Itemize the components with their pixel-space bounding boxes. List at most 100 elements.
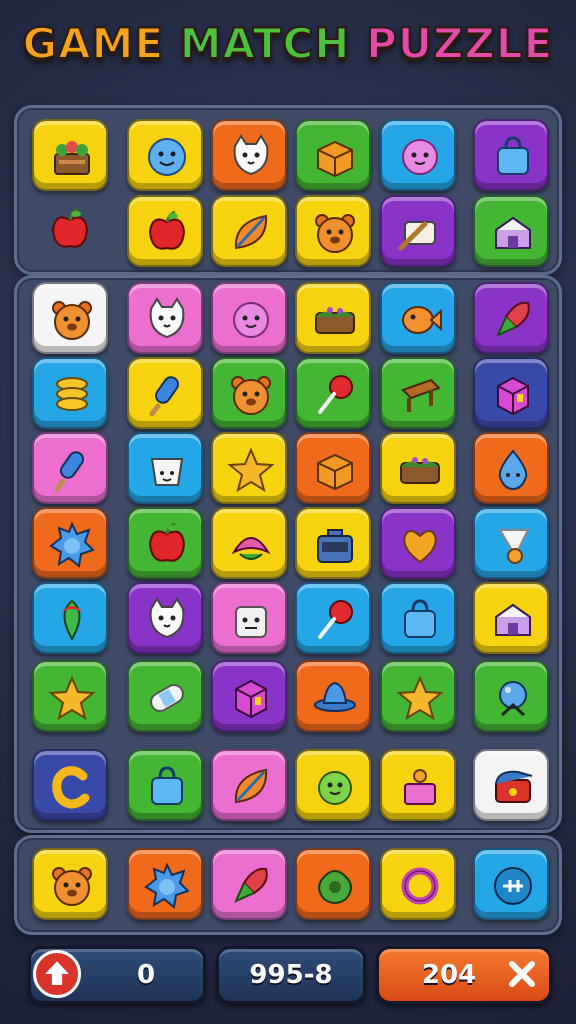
board-tile[interactable] xyxy=(127,432,203,504)
rocket-icon xyxy=(234,867,268,903)
board-tile[interactable] xyxy=(295,507,371,579)
scroll-icon xyxy=(398,221,436,251)
top-tile[interactable] xyxy=(32,195,108,267)
shuttlecock-icon xyxy=(498,529,530,564)
letter-c-icon xyxy=(52,766,90,809)
top-tile[interactable] xyxy=(380,119,456,191)
top-tile[interactable] xyxy=(380,195,456,267)
top-tile[interactable] xyxy=(473,195,549,267)
bag-icon xyxy=(497,136,529,175)
board-tile[interactable] xyxy=(380,432,456,504)
top-tile[interactable] xyxy=(295,119,371,191)
restart-button-bar[interactable]: 0 xyxy=(28,946,206,1004)
cup-icon xyxy=(150,458,184,486)
board-tile[interactable] xyxy=(295,357,371,429)
board-tile[interactable] xyxy=(295,282,371,354)
top-tile[interactable] xyxy=(473,119,549,191)
game-title: GAME MATCH PUZZLE xyxy=(0,14,576,74)
cube-icon xyxy=(235,679,267,719)
cake-icon xyxy=(400,457,440,484)
cat-face-icon xyxy=(149,297,185,339)
board-tile[interactable] xyxy=(295,660,371,732)
tray-tile[interactable] xyxy=(127,848,203,920)
top-tile[interactable] xyxy=(127,195,203,267)
spiky-icon xyxy=(49,521,95,568)
board-tile[interactable] xyxy=(473,432,549,504)
top-tile[interactable] xyxy=(32,119,108,191)
top-tile[interactable] xyxy=(211,119,287,191)
bear-face-icon xyxy=(231,376,271,415)
board-tile[interactable] xyxy=(32,432,108,504)
chest-icon xyxy=(317,529,353,563)
board-tile[interactable] xyxy=(380,582,456,654)
board-tile[interactable] xyxy=(211,582,287,654)
tray-tile[interactable] xyxy=(32,848,108,920)
top-tile[interactable] xyxy=(211,195,287,267)
board-tile[interactable] xyxy=(473,507,549,579)
popsicle-icon xyxy=(54,451,85,492)
green-face-icon xyxy=(318,771,352,805)
board-tile[interactable] xyxy=(32,582,108,654)
board-tile[interactable] xyxy=(211,282,287,354)
board-tile[interactable] xyxy=(127,507,203,579)
board-tile[interactable] xyxy=(473,582,549,654)
top-tile[interactable] xyxy=(295,195,371,267)
title-word-2: MATCH xyxy=(179,18,351,69)
board-tile[interactable] xyxy=(473,749,549,821)
bobber-icon xyxy=(61,599,83,642)
cat-face-icon xyxy=(149,597,185,639)
board-tile[interactable] xyxy=(473,282,549,354)
apple-icon xyxy=(148,522,186,562)
board-tile[interactable] xyxy=(127,582,203,654)
score-value: 995-8 xyxy=(249,960,333,990)
board-tile[interactable] xyxy=(380,282,456,354)
board-tile[interactable] xyxy=(380,357,456,429)
board-tile[interactable] xyxy=(295,749,371,821)
board-tile[interactable] xyxy=(473,357,549,429)
tray-tile[interactable] xyxy=(295,848,371,920)
board-tile[interactable] xyxy=(127,660,203,732)
board-tile[interactable] xyxy=(211,357,287,429)
house-icon xyxy=(495,216,531,249)
orb-icon xyxy=(499,681,527,717)
apple-icon xyxy=(51,208,89,248)
tray-tile[interactable] xyxy=(473,848,549,920)
board-tile[interactable] xyxy=(473,660,549,732)
board-tile[interactable] xyxy=(211,749,287,821)
board-tile[interactable] xyxy=(380,749,456,821)
blob-icon xyxy=(318,870,352,904)
board-tile[interactable] xyxy=(127,749,203,821)
bag-icon xyxy=(151,766,183,805)
leaf-icon xyxy=(234,768,268,804)
popsicle-icon xyxy=(149,376,180,417)
rocket-icon xyxy=(496,301,530,337)
arrow-up-icon[interactable] xyxy=(33,950,81,998)
top-tile[interactable] xyxy=(127,119,203,191)
board-tile[interactable] xyxy=(32,507,108,579)
board-tile[interactable] xyxy=(211,507,287,579)
close-button-bar[interactable]: 204 xyxy=(376,946,552,1004)
tray-tile[interactable] xyxy=(211,848,287,920)
board-tile[interactable] xyxy=(295,582,371,654)
board-tile[interactable] xyxy=(295,432,371,504)
spiky-icon xyxy=(144,862,190,909)
board-tile[interactable] xyxy=(32,282,108,354)
board-tile[interactable] xyxy=(32,749,108,821)
bench-icon xyxy=(401,378,441,412)
pink-face-icon xyxy=(402,139,438,175)
close-icon[interactable] xyxy=(507,959,537,989)
board-tile[interactable] xyxy=(127,282,203,354)
cube-icon xyxy=(497,376,529,416)
fish-icon xyxy=(402,306,442,334)
top-grid-panel xyxy=(14,105,562,275)
board-tile[interactable] xyxy=(211,660,287,732)
board-tile[interactable] xyxy=(380,660,456,732)
board-tile[interactable] xyxy=(32,660,108,732)
leaf-icon xyxy=(234,214,268,250)
board-tile[interactable] xyxy=(127,357,203,429)
board-tile[interactable] xyxy=(380,507,456,579)
tray-tile[interactable] xyxy=(380,848,456,920)
board-tile[interactable] xyxy=(211,432,287,504)
title-word-3: PUZZLE xyxy=(365,18,554,69)
board-tile[interactable] xyxy=(32,357,108,429)
